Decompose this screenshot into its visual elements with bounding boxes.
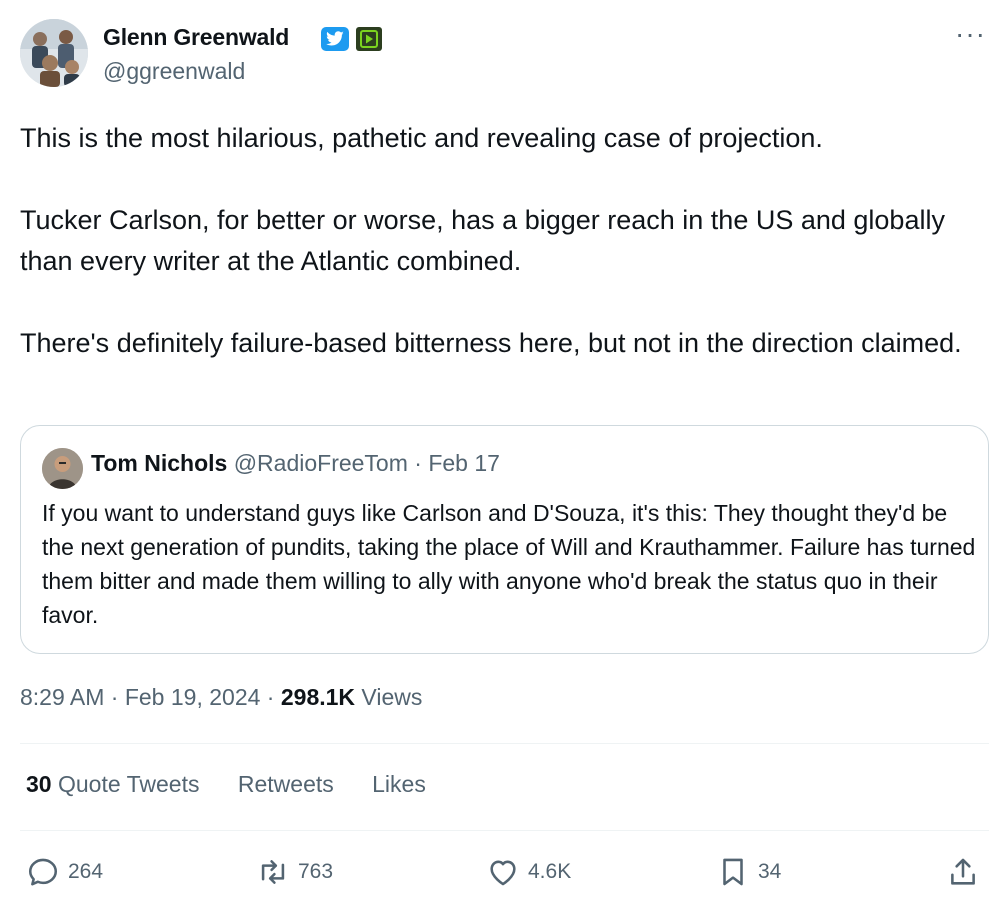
bookmark-count: 34	[758, 860, 782, 883]
quote-date: Feb 17	[428, 450, 500, 476]
divider	[20, 830, 989, 831]
app-badge-icon	[356, 27, 382, 51]
reply-icon	[28, 858, 58, 886]
quote-tweets-label: Quote Tweets	[57, 771, 200, 797]
quote-tweets-count: 30	[26, 771, 52, 797]
tweet-paragraph: There's definitely failure-based bittern…	[20, 328, 962, 358]
bookmark-button[interactable]: 34	[716, 853, 781, 891]
like-count: 4.6K	[528, 860, 572, 883]
likes-link[interactable]: Likes	[372, 771, 426, 797]
share-button[interactable]	[946, 853, 980, 891]
like-button[interactable]: 4.6K	[486, 853, 571, 891]
quote-separator: ·	[414, 450, 422, 476]
author-name[interactable]: Glenn Greenwald	[103, 24, 289, 51]
quote-author-handle: @RadioFreeTom	[233, 450, 408, 476]
avatar-photo	[20, 19, 88, 87]
author-handle[interactable]: @ggreenwald	[103, 58, 245, 85]
retweet-icon	[261, 860, 285, 884]
tweet-date[interactable]: Feb 19, 2024	[125, 684, 261, 710]
divider	[20, 743, 989, 744]
retweet-button[interactable]: 763	[256, 853, 333, 891]
author-avatar[interactable]	[20, 19, 88, 87]
tweet-text: This is the most hilarious, pathetic and…	[20, 118, 980, 364]
quote-author-avatar	[42, 448, 83, 489]
views-label: Views	[361, 684, 423, 710]
tweet-paragraph: This is the most hilarious, pathetic and…	[20, 123, 823, 153]
verified-badge-icon	[321, 27, 349, 51]
tweet-timestamp: 8:29 AM · Feb 19, 2024 · 298.1K Views	[20, 684, 422, 711]
heart-icon	[490, 860, 516, 886]
quote-tweets-link[interactable]: 30 Quote Tweets	[26, 771, 199, 797]
share-icon	[951, 858, 975, 885]
tweet-paragraph: Tucker Carlson, for better or worse, has…	[20, 205, 945, 276]
timestamp-separator: ·	[110, 684, 125, 710]
timestamp-separator: ·	[266, 684, 281, 710]
more-options-icon[interactable]: ···	[955, 20, 986, 48]
quoted-tweet-card[interactable]: Tom Nichols @RadioFreeTom · Feb 17 If yo…	[20, 425, 989, 654]
bookmark-icon	[723, 858, 743, 886]
retweet-count: 763	[298, 860, 334, 883]
engagement-stats: 30 Quote Tweets Retweets Likes	[26, 771, 458, 798]
reply-button[interactable]: 264	[26, 853, 103, 891]
views-count: 298.1K	[280, 684, 356, 710]
quote-header: Tom Nichols @RadioFreeTom · Feb 17	[91, 450, 500, 477]
quote-author-name: Tom Nichols	[91, 450, 228, 476]
reply-count: 264	[68, 860, 104, 883]
quote-text: If you want to understand guys like Carl…	[42, 500, 976, 628]
tweet-time[interactable]: 8:29 AM	[20, 684, 104, 710]
retweets-link[interactable]: Retweets	[238, 771, 334, 797]
